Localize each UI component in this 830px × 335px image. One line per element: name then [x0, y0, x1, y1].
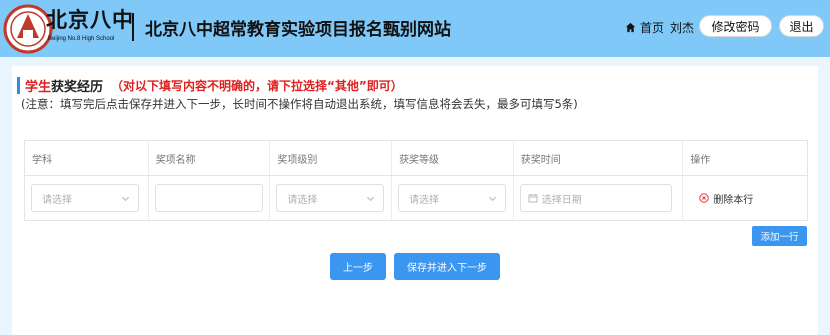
add-row-button[interactable]: 添加一行: [752, 226, 807, 246]
column-header-award-level: 奖项级别: [270, 141, 393, 175]
chevron-down-icon: [367, 196, 375, 201]
chevron-down-icon: [489, 196, 497, 201]
award-grade-select-placeholder: 请选择: [409, 194, 440, 206]
award-level-select-placeholder: 请选择: [287, 194, 318, 206]
calendar-icon: [528, 194, 538, 203]
delete-row-button[interactable]: 删除本行: [699, 191, 753, 206]
logo-divider: [132, 13, 134, 41]
main-card: 学生 获奖经历 （对以下填写内容不明确的，请下拉选择“其他”即可） (注意：填写…: [12, 66, 818, 335]
awards-table: 学科 奖项名称 奖项级别 获奖等级 获奖时间 操作 请选择 请选择 请选择 选择…: [24, 140, 808, 221]
subject-select[interactable]: 请选择: [31, 184, 139, 212]
chevron-down-icon: [121, 196, 130, 201]
section-notice: (注意：填写完后点击保存并进入下一步，长时间不操作将自动退出系统，填写信息将会丢…: [21, 97, 578, 111]
home-icon: [625, 22, 636, 33]
table-row: 请选择 请选择 请选择 选择日期 删除本行: [25, 176, 807, 220]
home-link[interactable]: 首页: [625, 19, 664, 36]
logo-english-text: Beijing No.8 High School: [48, 36, 115, 42]
column-header-subject: 学科: [25, 141, 149, 175]
award-date-picker[interactable]: 选择日期: [519, 184, 672, 212]
section-title: 学生 获奖经历 （对以下填写内容不明确的，请下拉选择“其他”即可）: [17, 76, 403, 95]
column-header-award-date: 获奖时间: [514, 141, 684, 175]
table-header: 学科 奖项名称 奖项级别 获奖等级 获奖时间 操作: [25, 141, 807, 176]
award-level-select[interactable]: 请选择: [276, 184, 385, 212]
logo-script-text: 北京八中: [46, 7, 134, 32]
save-next-button[interactable]: 保存并进入下一步: [394, 253, 500, 280]
section-title-red: 学生: [25, 79, 52, 95]
section-title-bar: [17, 76, 20, 94]
subject-select-placeholder: 请选择: [42, 194, 72, 206]
change-password-button[interactable]: 修改密码: [699, 15, 772, 37]
column-header-actions: 操作: [690, 154, 711, 166]
prev-step-button[interactable]: 上一步: [330, 253, 386, 280]
award-date-placeholder: 选择日期: [541, 194, 582, 206]
section-warning: （对以下填写内容不明确的，请下拉选择“其他”即可）: [111, 78, 403, 93]
award-name-input[interactable]: [154, 184, 263, 212]
site-header: 北京八中 Beijing No.8 High School 北京八中超常教育实验…: [0, 0, 830, 57]
logout-button[interactable]: 退出: [779, 15, 824, 37]
home-label: 首页: [640, 21, 665, 35]
delete-row-label: 删除本行: [713, 194, 754, 206]
site-title: 北京八中超常教育实验项目报名甄别网站: [145, 20, 451, 40]
user-name: 刘杰: [670, 21, 695, 35]
section-title-main: 获奖经历: [51, 79, 104, 95]
award-grade-select[interactable]: 请选择: [398, 184, 507, 212]
column-header-award-grade: 获奖等级: [392, 141, 514, 175]
column-header-award-name: 奖项名称: [149, 141, 271, 175]
close-circle-icon: [699, 193, 709, 203]
